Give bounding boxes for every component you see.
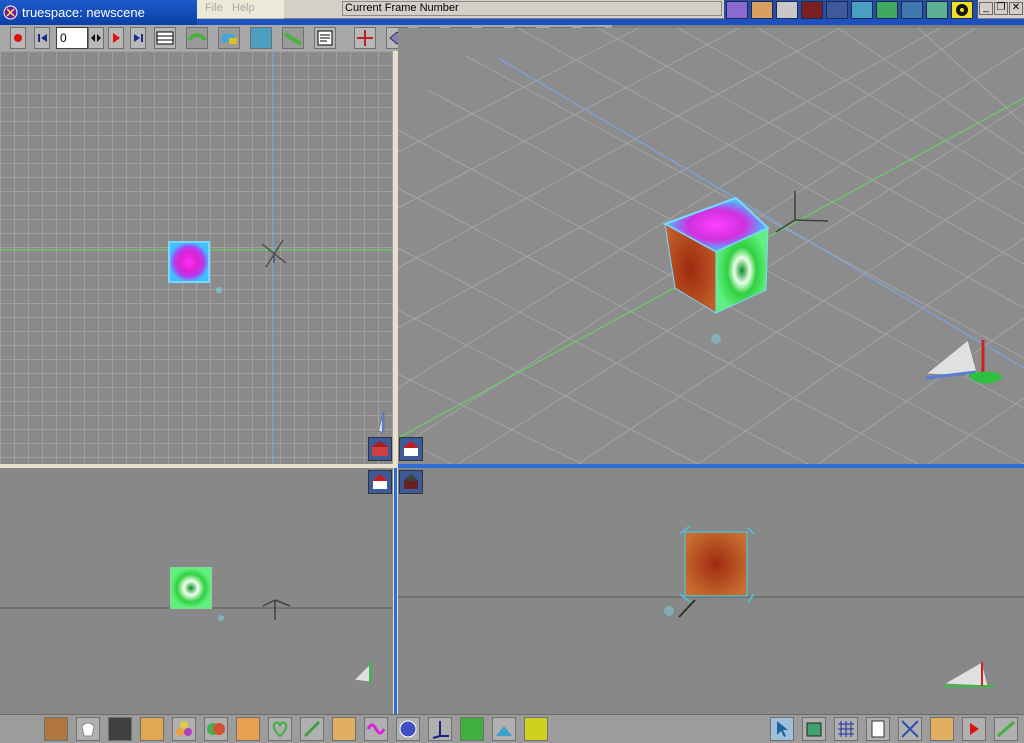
menu-bar: File Help [197,0,284,19]
heart-icon[interactable] [268,717,292,741]
boolean-icon[interactable] [492,717,516,741]
cube-icon[interactable] [44,717,68,741]
viewport-side[interactable] [398,468,1024,714]
active-viewport-border [398,464,1024,468]
title-bar: truespace: newscene [0,0,197,25]
palette-icon[interactable] [332,717,356,741]
truespace-logo-icon [3,5,18,20]
spiral-icon[interactable] [364,717,388,741]
pipe-icon[interactable] [901,1,923,19]
path-icon[interactable] [186,27,208,49]
menu-help[interactable]: Help [232,2,255,14]
cube-object-front[interactable] [170,567,224,621]
script-icon[interactable] [314,27,336,49]
restore-icon[interactable]: ❐ [994,2,1008,15]
axis-gizmo-icon [942,661,994,687]
cube-object-side[interactable] [679,525,755,603]
world-axes-icon [664,599,696,618]
status-field: Current Frame Number [342,1,722,16]
record-icon[interactable] [10,27,26,49]
active-viewport-border-vertical [394,468,397,714]
view-house-icon[interactable] [399,437,423,461]
chain-icon[interactable] [300,717,324,741]
world-axes-icon [261,239,287,268]
minimize-icon[interactable]: _ [979,2,993,15]
house-icon[interactable] [801,1,823,19]
mesh-icon[interactable] [851,1,873,19]
page-icon[interactable] [866,717,890,741]
end-icon[interactable] [130,27,146,49]
move-icon[interactable] [354,27,376,49]
render-icon[interactable] [726,1,748,19]
radiation-icon[interactable] [951,1,973,19]
play-icon[interactable] [108,27,124,49]
checker-icon[interactable] [926,1,948,19]
pointer-icon[interactable] [770,717,794,741]
axis-gizmo-icon [352,662,371,684]
cone-icon[interactable] [236,717,260,741]
axis-icon[interactable] [876,1,898,19]
viewport-perspective[interactable] [398,28,1024,464]
camera-icon[interactable] [108,717,132,741]
view-side-icon[interactable] [399,470,423,494]
layout-icon[interactable] [776,1,798,19]
wire-icon[interactable] [898,717,922,741]
close-icon[interactable]: ✕ [1009,2,1023,15]
timeline-icon[interactable] [154,27,176,49]
spline-icon[interactable] [282,27,304,49]
bone-icon[interactable] [218,27,240,49]
window-title: truespace: newscene [22,5,145,20]
top-right-toolbar [724,0,978,20]
grid-icon[interactable] [834,717,858,741]
frame-number-input[interactable] [56,27,88,49]
photo-icon[interactable] [826,1,848,19]
view-front-icon[interactable] [368,470,392,494]
render-icon[interactable] [994,717,1018,741]
keyframe-icon[interactable] [88,27,104,49]
play-icon[interactable] [962,717,986,741]
grid-icon[interactable] [460,717,484,741]
text3d-icon[interactable] [524,717,548,741]
viewport-front[interactable] [0,468,393,714]
z-axis-line [497,57,1024,369]
rewind-icon[interactable] [34,27,50,49]
wedge-icon[interactable] [140,717,164,741]
menu-file[interactable]: File [205,2,223,14]
window-controls: _ ❐ ✕ [978,0,1024,18]
world-axes-icon [262,599,291,620]
axes-icon[interactable] [428,717,452,741]
bottom-toolbar [0,714,1024,743]
scene-editor-icon[interactable] [250,27,272,49]
axis-gizmo-icon [377,410,385,434]
box-icon[interactable] [802,717,826,741]
balls-icon[interactable] [172,717,196,741]
sphere-icon[interactable] [204,717,228,741]
tooth-icon[interactable] [76,717,100,741]
object-icon[interactable] [751,1,773,19]
view-camera-icon[interactable] [368,437,392,461]
checker-ball-icon[interactable] [396,717,420,741]
viewport-top[interactable] [0,51,393,464]
world-axes-icon [775,191,829,233]
wedge-icon[interactable] [930,717,954,741]
